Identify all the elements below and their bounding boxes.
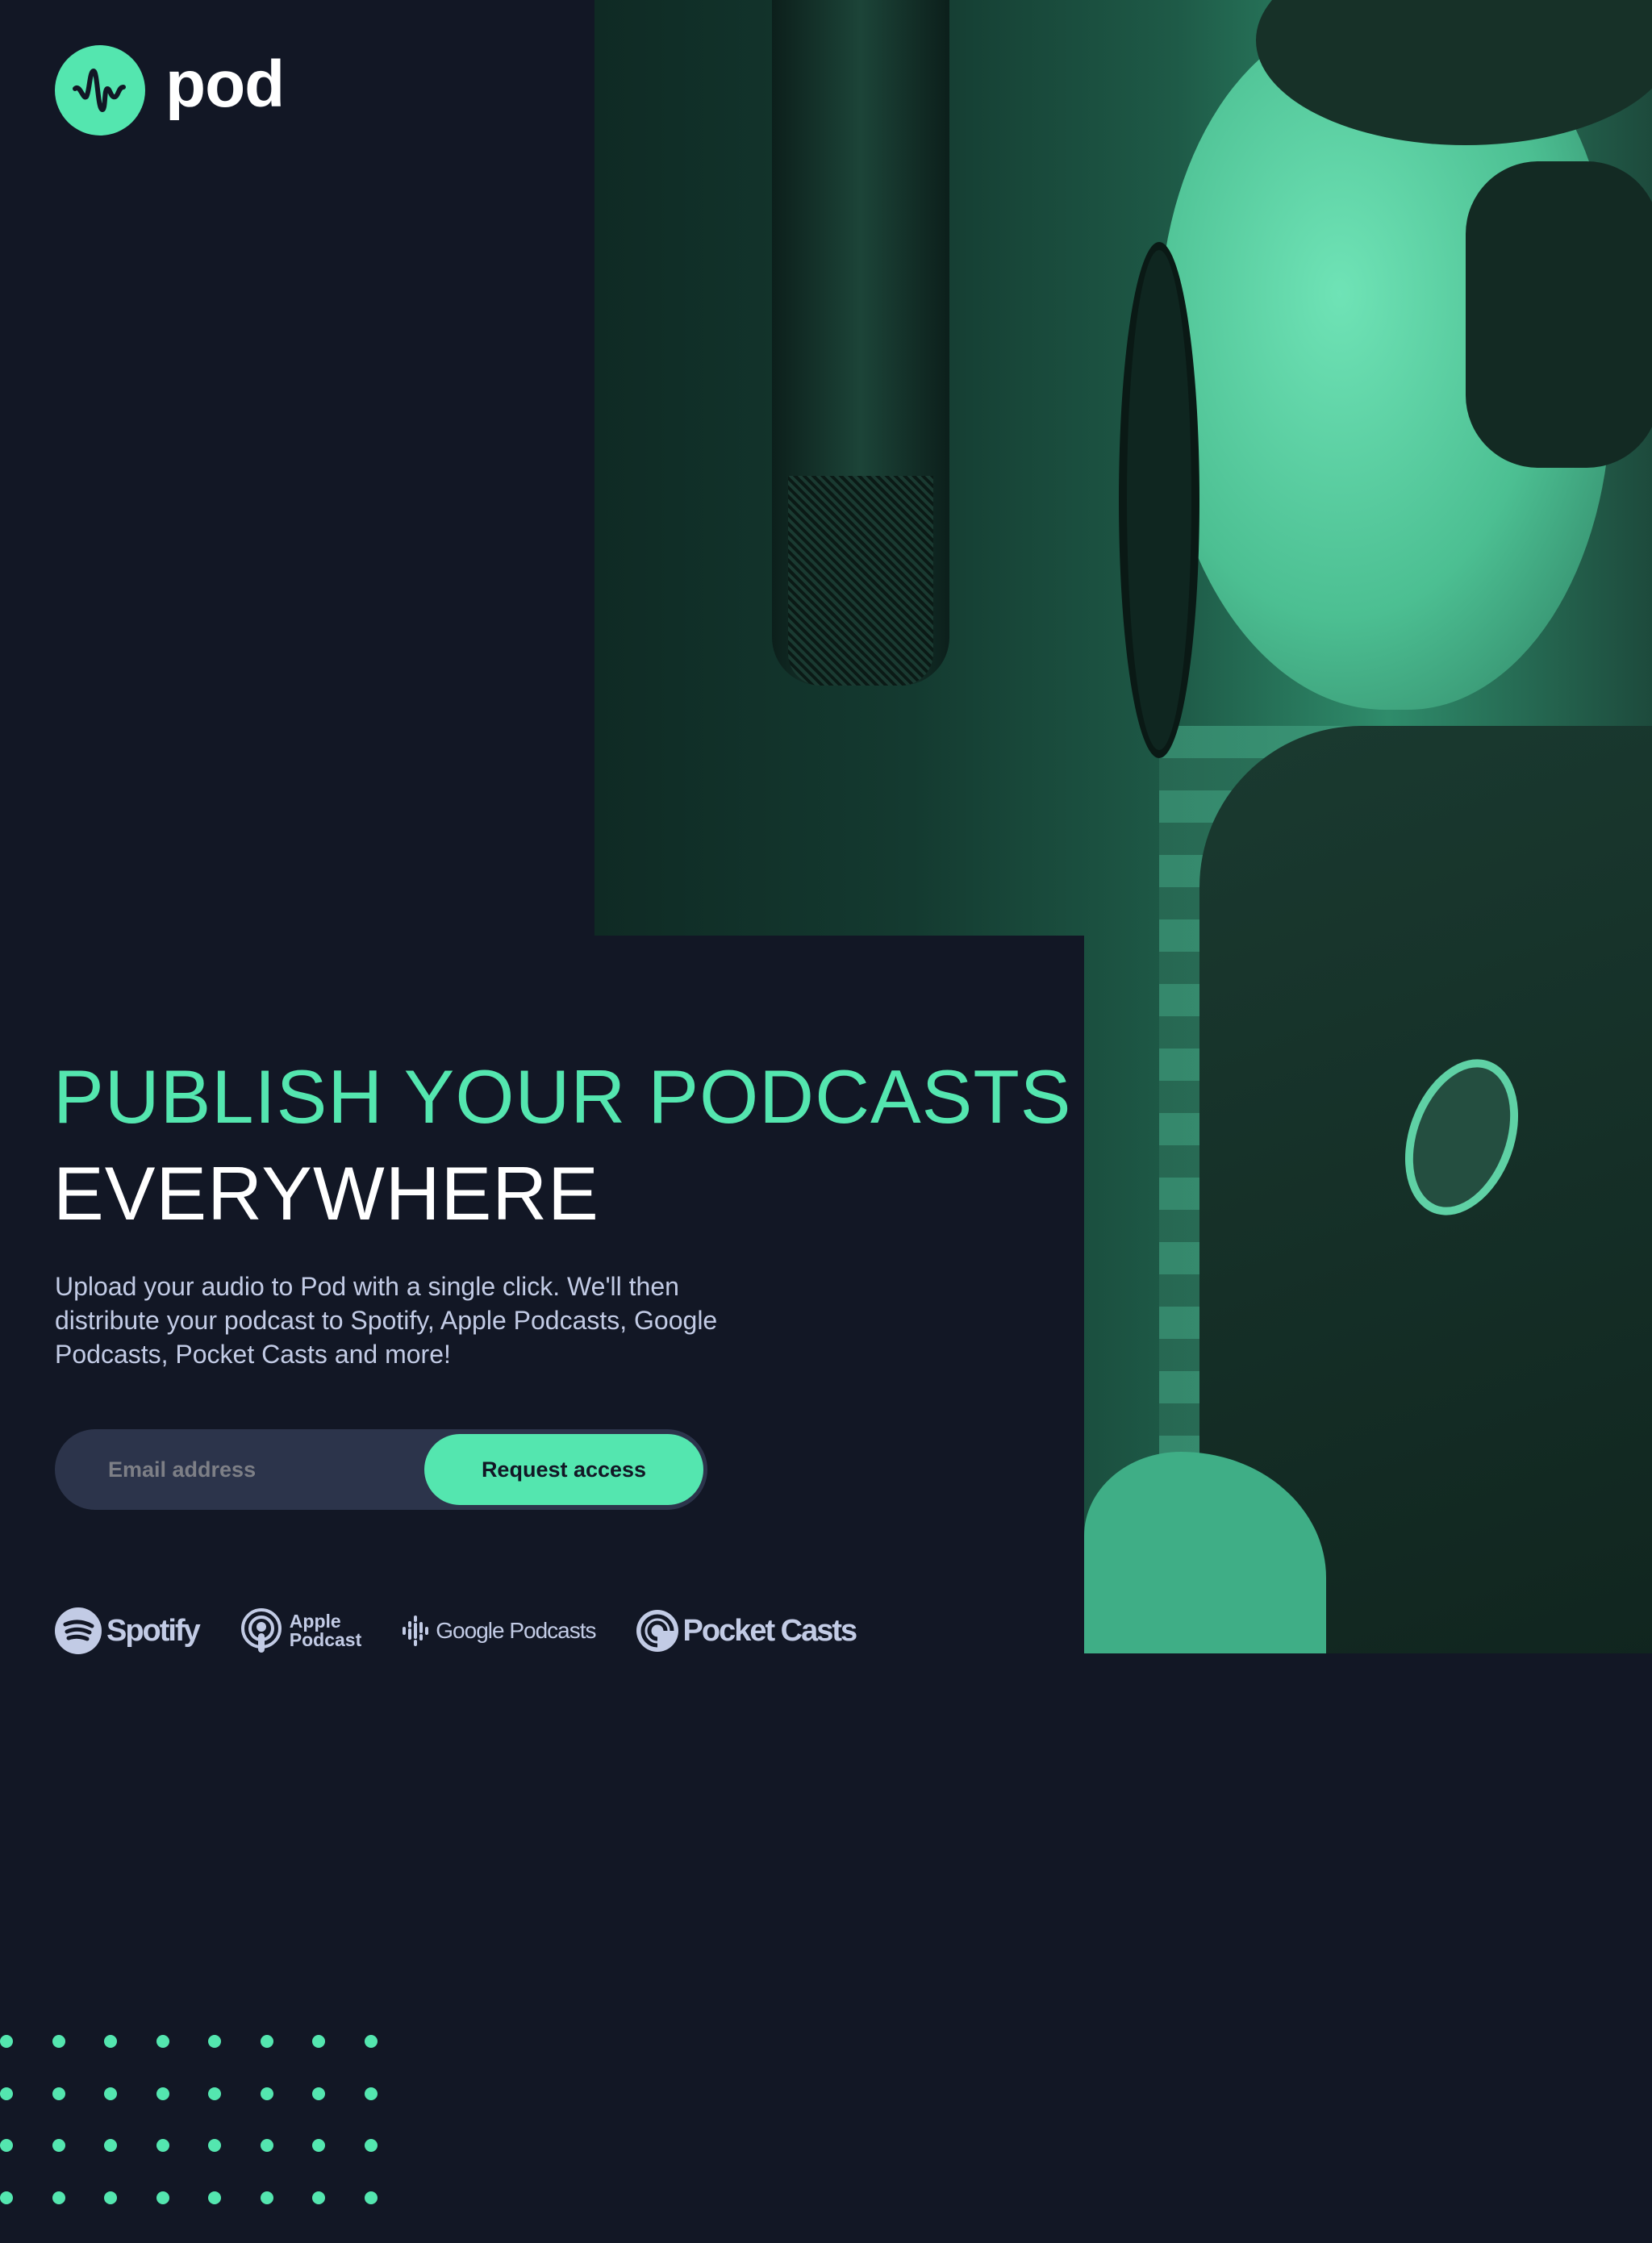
request-access-form: Request access xyxy=(55,1429,707,1510)
decorative-dot xyxy=(52,2087,65,2100)
decorative-dot xyxy=(364,2087,378,2100)
decorative-dot-grid xyxy=(0,2035,416,2243)
hero-description: Upload your audio to Pod with a single c… xyxy=(55,1272,718,1369)
decorative-dot xyxy=(0,2139,13,2152)
decorative-dot xyxy=(364,2191,378,2204)
decorative-dot xyxy=(312,2191,325,2204)
pocket-casts-logo: Pocket Casts xyxy=(636,1609,857,1653)
decorative-dot xyxy=(260,2035,273,2048)
logo-text: pod xyxy=(165,48,285,121)
google-podcasts-label: Google Podcasts xyxy=(436,1618,596,1643)
photo-microphone-grille xyxy=(788,476,933,686)
spotify-logo: Spotify xyxy=(55,1607,201,1654)
decorative-dot xyxy=(104,2087,117,2100)
page-title: PUBLISH YOUR PODCASTS EVERYWHERE xyxy=(53,1049,1071,1242)
decorative-dot xyxy=(0,2087,13,2100)
spotify-icon xyxy=(55,1607,102,1654)
soundwave-icon xyxy=(55,45,145,135)
decorative-dot xyxy=(156,2139,169,2152)
decorative-dot xyxy=(260,2139,273,2152)
email-input[interactable] xyxy=(55,1429,418,1510)
apple-podcast-label: Apple Podcast xyxy=(290,1612,361,1649)
pocket-casts-label: Pocket Casts xyxy=(682,1613,858,1648)
apple-podcast-icon xyxy=(240,1608,282,1653)
apple-label-line-2: Podcast xyxy=(289,1629,362,1650)
photo-headphones xyxy=(1466,161,1652,468)
decorative-dot xyxy=(104,2191,117,2204)
spotify-label: Spotify xyxy=(106,1613,201,1648)
decorative-dot xyxy=(260,2087,273,2100)
decorative-dot xyxy=(364,2035,378,2048)
decorative-dot xyxy=(52,2035,65,2048)
decorative-dot xyxy=(156,2191,169,2204)
decorative-dot xyxy=(208,2087,221,2100)
google-podcasts-icon xyxy=(403,1616,429,1646)
decorative-dot xyxy=(208,2035,221,2048)
decorative-dot xyxy=(312,2035,325,2048)
google-podcasts-logo: Google Podcasts xyxy=(402,1615,597,1647)
headline-line-1: PUBLISH YOUR PODCASTS xyxy=(53,1054,1072,1139)
platform-logos: Spotify Apple Podcast Google Podcasts Poc… xyxy=(55,1607,896,1655)
photo-pop-filter xyxy=(1119,242,1199,758)
decorative-dot xyxy=(104,2035,117,2048)
decorative-dot xyxy=(0,2191,13,2204)
decorative-dot xyxy=(260,2191,273,2204)
decorative-dot xyxy=(52,2191,65,2204)
decorative-dot xyxy=(208,2191,221,2204)
decorative-dot xyxy=(156,2087,169,2100)
apple-podcast-logo: Apple Podcast xyxy=(240,1607,361,1654)
decorative-dot xyxy=(312,2139,325,2152)
hero-photo-podcaster xyxy=(594,0,1652,1653)
request-access-button[interactable]: Request access xyxy=(424,1434,703,1505)
decorative-dot xyxy=(208,2139,221,2152)
decorative-dot xyxy=(156,2035,169,2048)
decorative-dot xyxy=(364,2139,378,2152)
decorative-dot xyxy=(52,2139,65,2152)
decorative-dot xyxy=(104,2139,117,2152)
decorative-dot xyxy=(0,2035,13,2048)
pocket-casts-icon xyxy=(636,1610,678,1652)
headline-line-2: EVERYWHERE xyxy=(53,1151,599,1236)
logo[interactable]: pod xyxy=(55,45,285,135)
decorative-dot xyxy=(312,2087,325,2100)
